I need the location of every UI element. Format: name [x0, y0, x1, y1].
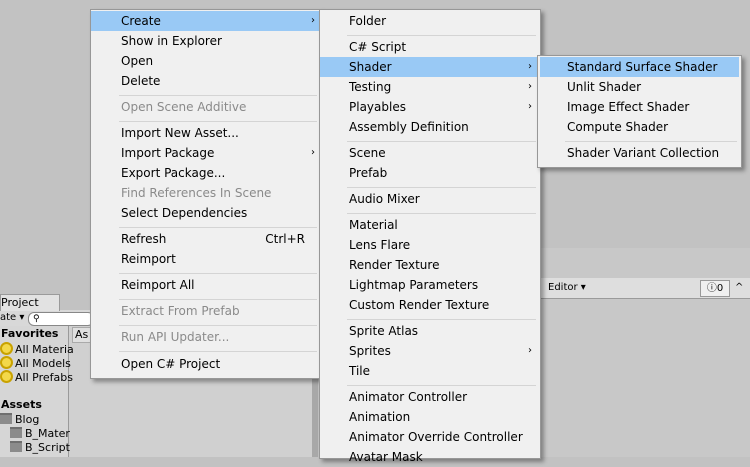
- menu-item-run-api-updater[interactable]: Run API Updater...: [91, 327, 321, 347]
- chevron-right-icon: ›: [311, 15, 315, 26]
- search-input[interactable]: ⚲: [28, 312, 94, 326]
- chevron-right-icon: ›: [528, 101, 532, 112]
- folder-icon: [10, 427, 22, 438]
- search-folder-icon: [0, 356, 13, 369]
- menu-item-material[interactable]: Material: [320, 215, 540, 235]
- menu-item-audio-mixer[interactable]: Audio Mixer: [320, 189, 540, 209]
- menu-separator: [119, 95, 317, 96]
- menu-item-find-references[interactable]: Find References In Scene: [91, 183, 321, 203]
- error-count: 0: [716, 283, 724, 294]
- menu-separator: [347, 35, 536, 36]
- context-menu: Create › Show in Explorer Open Delete Ope…: [90, 9, 322, 379]
- tree-item[interactable]: All Models: [0, 356, 71, 371]
- menu-separator: [119, 325, 317, 326]
- menu-item-scene[interactable]: Scene: [320, 143, 540, 163]
- menu-item-lightmap-parameters[interactable]: Lightmap Parameters: [320, 275, 540, 295]
- menu-item-folder[interactable]: Folder: [320, 11, 540, 31]
- menu-item-testing[interactable]: Testing ›: [320, 77, 540, 97]
- menu-item-export-package[interactable]: Export Package...: [91, 163, 321, 183]
- chevron-right-icon: ›: [528, 61, 532, 72]
- tab-project[interactable]: Project: [0, 294, 60, 311]
- menu-separator: [119, 227, 317, 228]
- menu-item-shader-variant-collection[interactable]: Shader Variant Collection: [538, 143, 741, 163]
- menu-item-open[interactable]: Open: [91, 51, 321, 71]
- menu-item-playables[interactable]: Playables ›: [320, 97, 540, 117]
- menu-item-reimport[interactable]: Reimport: [91, 249, 321, 269]
- menu-item-avatar-mask[interactable]: Avatar Mask: [320, 447, 540, 467]
- menu-item-show-in-explorer[interactable]: Show in Explorer: [91, 31, 321, 51]
- tree-item[interactable]: B_Script: [10, 441, 70, 455]
- menu-item-create[interactable]: Create ›: [91, 11, 321, 31]
- menu-item-custom-render-texture[interactable]: Custom Render Texture: [320, 295, 540, 315]
- chevron-right-icon: ›: [311, 147, 315, 158]
- menu-item-sprites[interactable]: Sprites ›: [320, 341, 540, 361]
- menu-item-delete[interactable]: Delete: [91, 71, 321, 91]
- tree-item[interactable]: All Materia: [0, 342, 74, 357]
- shader-submenu: Standard Surface Shader Unlit Shader Ima…: [537, 55, 742, 168]
- menu-separator: [119, 299, 317, 300]
- tree-item[interactable]: All Prefabs: [0, 370, 73, 385]
- menu-item-sprite-atlas[interactable]: Sprite Atlas: [320, 321, 540, 341]
- menu-item-select-dependencies[interactable]: Select Dependencies: [91, 203, 321, 223]
- menu-separator: [347, 319, 536, 320]
- menu-item-compute-shader[interactable]: Compute Shader: [538, 117, 741, 137]
- menu-item-open-csharp-project[interactable]: Open C# Project: [91, 354, 321, 374]
- menu-item-reimport-all[interactable]: Reimport All: [91, 275, 321, 295]
- menu-separator: [119, 121, 317, 122]
- menu-item-standard-surface-shader[interactable]: Standard Surface Shader: [540, 57, 739, 77]
- editor-dropdown[interactable]: Editor ▾: [544, 281, 590, 295]
- shortcut-label: Ctrl+R: [265, 232, 305, 246]
- menu-item-shader[interactable]: Shader ›: [320, 57, 540, 77]
- menu-separator: [119, 273, 317, 274]
- menu-item-import-new-asset[interactable]: Import New Asset...: [91, 123, 321, 143]
- menu-item-unlit-shader[interactable]: Unlit Shader: [538, 77, 741, 97]
- tree-item[interactable]: Blog: [0, 413, 39, 427]
- menu-separator: [347, 141, 536, 142]
- menu-item-extract-from-prefab[interactable]: Extract From Prefab: [91, 301, 321, 321]
- search-folder-icon: [0, 342, 13, 355]
- menu-item-animator-override-controller[interactable]: Animator Override Controller: [320, 427, 540, 447]
- tree-item[interactable]: B_Mater: [10, 427, 70, 441]
- search-folder-icon: [0, 370, 13, 383]
- menu-item-prefab[interactable]: Prefab: [320, 163, 540, 183]
- menu-separator: [119, 351, 317, 352]
- menu-item-render-texture[interactable]: Render Texture: [320, 255, 540, 275]
- folder-icon: [0, 413, 12, 424]
- folder-icon: [10, 441, 22, 452]
- menu-item-refresh[interactable]: Refresh Ctrl+R: [91, 229, 321, 249]
- menu-item-open-scene-additive[interactable]: Open Scene Additive: [91, 97, 321, 117]
- menu-item-tile[interactable]: Tile: [320, 361, 540, 381]
- menu-separator: [347, 213, 536, 214]
- favorites-header[interactable]: Favorites: [1, 327, 58, 341]
- menu-item-animator-controller[interactable]: Animator Controller: [320, 387, 540, 407]
- search-icon: ⚲: [33, 314, 40, 324]
- chevron-right-icon: ›: [528, 345, 532, 356]
- menu-item-csharp-script[interactable]: C# Script: [320, 37, 540, 57]
- create-submenu: Folder C# Script Shader › Testing › Playab…: [319, 9, 541, 464]
- menu-item-image-effect-shader[interactable]: Image Effect Shader: [538, 97, 741, 117]
- menu-item-assembly-definition[interactable]: Assembly Definition: [320, 117, 540, 137]
- menu-separator: [347, 187, 536, 188]
- chevron-right-icon: ›: [528, 81, 532, 92]
- menu-separator: [565, 141, 737, 142]
- error-counter[interactable]: ⓘ0: [700, 280, 730, 297]
- info-icon: ⓘ: [706, 283, 717, 294]
- menu-item-animation[interactable]: Animation: [320, 407, 540, 427]
- create-dropdown[interactable]: ate ▾: [0, 311, 24, 325]
- menu-item-lens-flare[interactable]: Lens Flare: [320, 235, 540, 255]
- menu-item-import-package[interactable]: Import Package ›: [91, 143, 321, 163]
- menu-separator: [347, 385, 536, 386]
- assets-header[interactable]: Assets: [1, 398, 42, 412]
- collapse-icon[interactable]: ^: [735, 281, 743, 295]
